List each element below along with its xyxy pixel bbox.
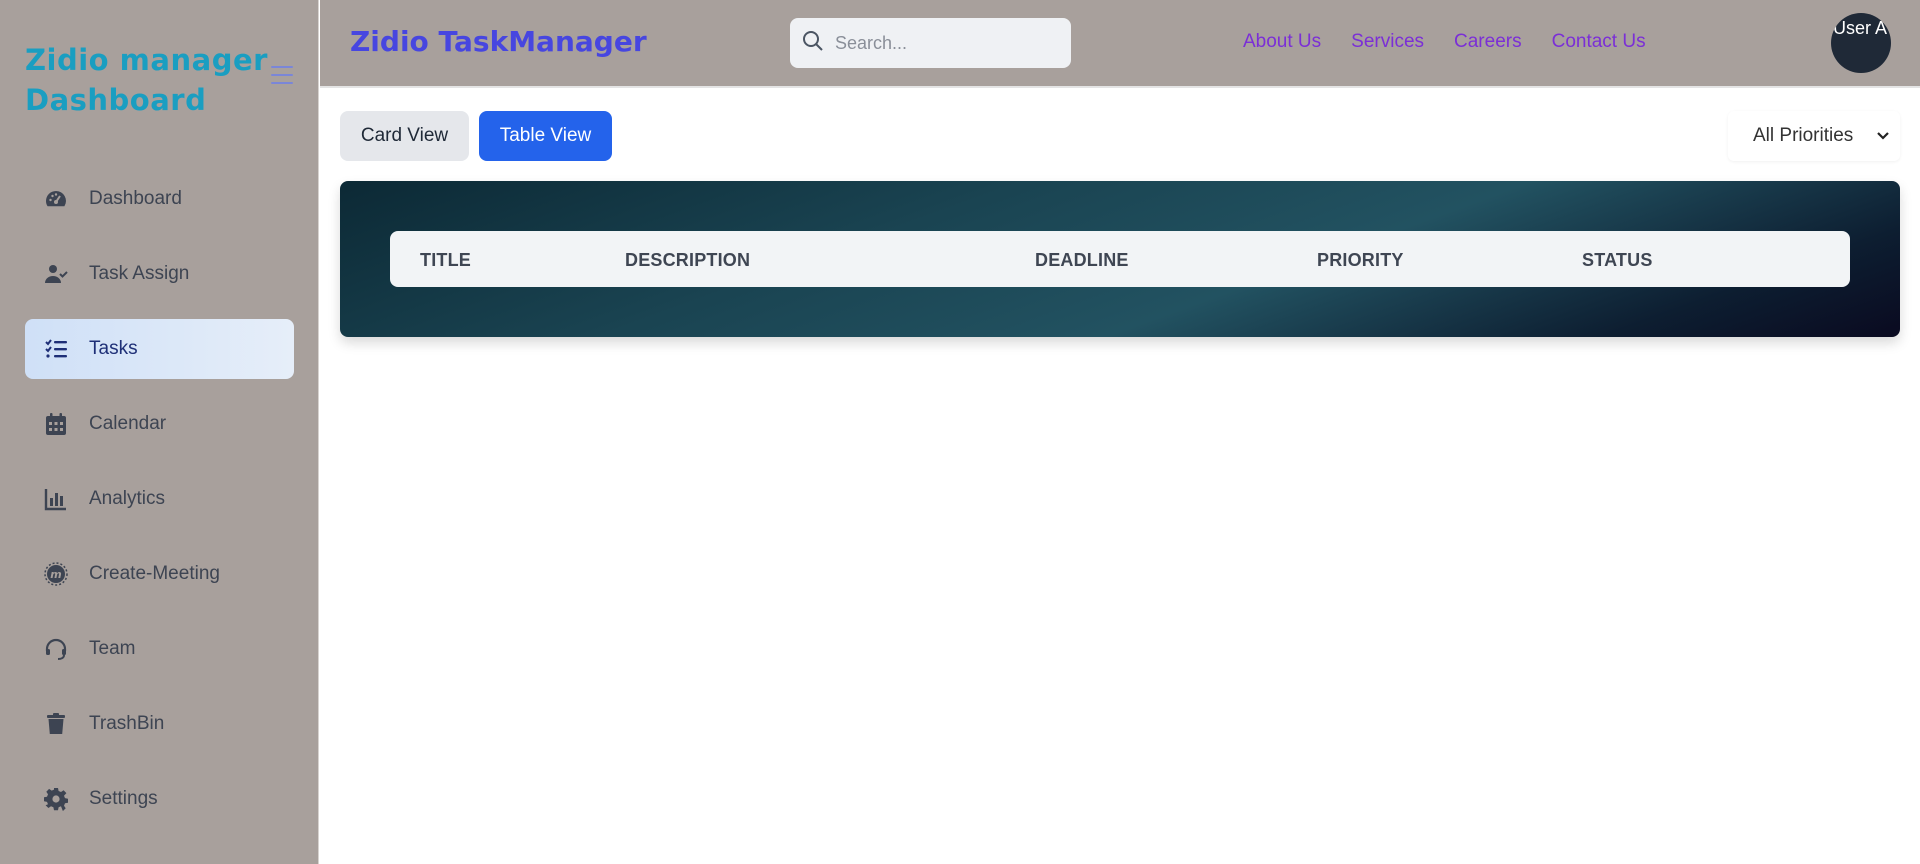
search-input[interactable] [835,32,1055,54]
about-us-link[interactable]: About Us [1243,31,1321,53]
table-header-row: TITLE DESCRIPTION DEADLINE PRIORITY STAT… [390,231,1850,287]
trash-icon [43,711,69,737]
sidebar-item-team[interactable]: Team [25,619,294,679]
search-icon [801,29,825,58]
sidebar-item-dashboard[interactable]: Dashboard [25,169,294,229]
avatar[interactable]: User Avatar [1831,13,1891,73]
gauge-icon [43,186,69,212]
sidebar-item-task-assign[interactable]: Task Assign [25,244,294,304]
sidebar-item-analytics[interactable]: Analytics [25,469,294,529]
sidebar-item-label: Analytics [89,488,166,509]
sidebar-item-label: Task Assign [89,263,190,284]
column-header-priority: PRIORITY [1317,250,1404,270]
column-header-status: STATUS [1582,250,1653,270]
careers-link[interactable]: Careers [1454,31,1522,53]
sidebar-brand: Zidio manager Dashboard [25,43,268,117]
svg-text:m: m [50,568,61,581]
top-links: About Us Services Careers Contact Us [1243,31,1676,53]
sidebar-item-label: Settings [89,788,158,809]
user-check-icon [43,261,69,287]
sidebar-item-tasks[interactable]: Tasks [25,319,294,379]
gear-icon [43,786,69,812]
sidebar-item-label: Dashboard [89,188,182,209]
column-header-deadline: DEADLINE [1035,250,1129,270]
chevron-down-icon [1877,132,1889,140]
app-title: Zidio TaskManager [350,25,647,58]
table-view-button[interactable]: Table View [479,111,612,161]
list-check-icon [43,336,69,362]
sidebar-item-calendar[interactable]: Calendar [25,394,294,454]
search-box[interactable] [790,18,1071,68]
sidebar-item-trashbin[interactable]: TrashBin [25,694,294,754]
sidebar: Zidio manager Dashboard Dashboard Task A… [0,0,319,864]
tasks-table-card: TITLE DESCRIPTION DEADLINE PRIORITY STAT… [340,181,1900,337]
sidebar-item-settings[interactable]: Settings [25,769,294,829]
sidebar-item-create-meeting[interactable]: m Create-Meeting [25,544,294,604]
bar-chart-icon [43,486,69,512]
card-view-button[interactable]: Card View [340,111,469,161]
services-link[interactable]: Services [1351,31,1424,53]
headset-icon [43,636,69,662]
column-header-description: DESCRIPTION [625,250,751,270]
sidebar-item-label: Team [89,638,136,659]
sidebar-item-label: Tasks [89,338,138,359]
top-navbar: Zidio TaskManager About Us Services Care… [320,0,1920,88]
calendar-icon [43,411,69,437]
sidebar-nav: Dashboard Task Assign Tasks Calendar Ana… [25,169,294,844]
contact-us-link[interactable]: Contact Us [1552,31,1646,53]
priority-filter-select[interactable]: All Priorities [1728,111,1900,161]
sidebar-item-label: Create-Meeting [89,563,220,584]
column-header-title: TITLE [420,250,471,270]
sidebar-item-label: Calendar [89,413,167,434]
menu-toggle-icon[interactable] [271,66,293,84]
sidebar-item-label: TrashBin [89,713,165,734]
meeting-icon: m [43,561,69,587]
priority-filter-value: All Priorities [1753,125,1854,146]
